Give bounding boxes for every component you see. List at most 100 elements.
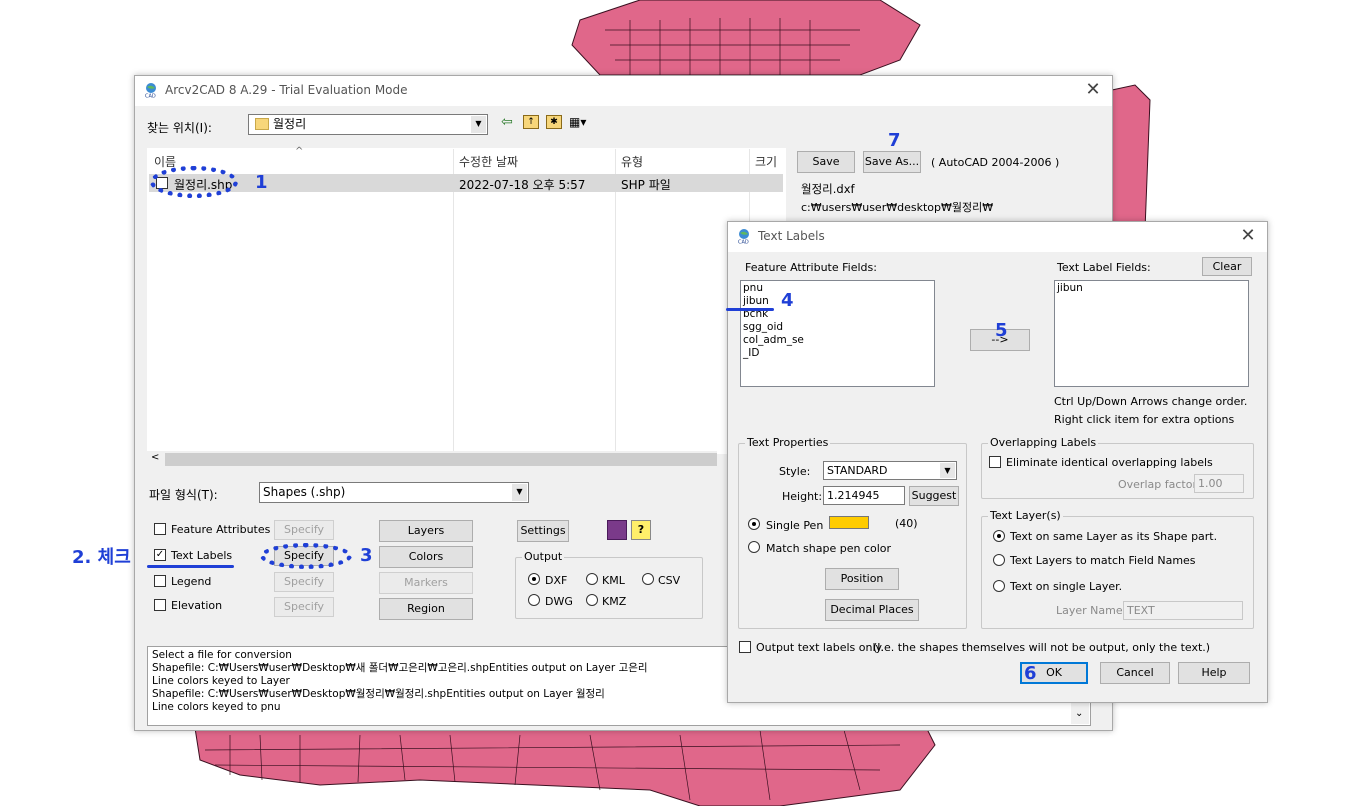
text-labels-checkbox[interactable]: ✓ xyxy=(154,549,166,561)
single-layer-radio[interactable] xyxy=(993,580,1005,592)
new-folder-icon[interactable]: ✱ xyxy=(546,115,562,129)
list-item[interactable]: col_adm_se xyxy=(743,334,932,347)
file-type-label: 파일 형식(T): xyxy=(149,488,218,502)
list-item[interactable]: jibun xyxy=(743,295,932,308)
output-only-label[interactable]: Output text labels only. xyxy=(756,641,884,654)
legend-label[interactable]: Legend xyxy=(171,575,211,588)
file-modified: 2022-07-18 오후 5:57 xyxy=(459,178,586,192)
feature-fields-label: Feature Attribute Fields: xyxy=(745,261,877,274)
kml-radio[interactable] xyxy=(586,573,598,585)
text-labels-label[interactable]: Text Labels xyxy=(171,549,232,562)
feature-attributes-specify-button[interactable]: Specify xyxy=(274,520,334,540)
scrollbar-thumb[interactable] xyxy=(165,453,717,466)
output-only-checkbox[interactable] xyxy=(739,641,751,653)
field-layers-radio[interactable] xyxy=(993,554,1005,566)
elevation-checkbox[interactable] xyxy=(154,599,166,611)
dxf-label[interactable]: DXF xyxy=(545,574,567,587)
kmz-radio[interactable] xyxy=(586,594,598,606)
dwg-label[interactable]: DWG xyxy=(545,595,573,608)
pen-color-swatch[interactable] xyxy=(829,516,869,529)
single-pen-radio[interactable] xyxy=(748,518,760,530)
file-list[interactable] xyxy=(147,148,786,454)
csv-label[interactable]: CSV xyxy=(658,574,680,587)
clear-button[interactable]: Clear xyxy=(1202,257,1252,276)
layer-name-field[interactable]: TEXT xyxy=(1123,601,1243,620)
annotation-number: 6 xyxy=(1024,663,1037,684)
help-icon[interactable]: ? xyxy=(631,520,651,540)
layers-button[interactable]: Layers xyxy=(379,520,473,542)
col-header-modified[interactable]: 수정한 날짜 xyxy=(459,153,518,170)
horizontal-scrollbar[interactable]: < xyxy=(147,451,717,468)
elevation-label[interactable]: Elevation xyxy=(171,599,222,612)
eliminate-checkbox[interactable] xyxy=(989,456,1001,468)
legend-checkbox[interactable] xyxy=(154,575,166,587)
height-label: Height: xyxy=(782,490,823,503)
dxf-radio[interactable] xyxy=(528,573,540,585)
main-titlebar: CAD Arcv2CAD 8 A.29 - Trial Evaluation M… xyxy=(135,76,1112,106)
file-type-value: Shapes (.shp) xyxy=(263,485,346,499)
annotation-number: 4 xyxy=(781,290,794,311)
same-layer-radio[interactable] xyxy=(993,530,1005,542)
height-field[interactable]: 1.214945 xyxy=(823,486,905,505)
close-icon[interactable]: ✕ xyxy=(1237,225,1259,247)
folder-icon xyxy=(255,118,269,130)
style-select[interactable]: STANDARD ▼ xyxy=(823,461,957,480)
feature-attributes-label[interactable]: Feature Attributes xyxy=(171,523,270,536)
hint-right-click: Right click item for extra options xyxy=(1054,413,1235,426)
scroll-down-icon[interactable]: ⌄ xyxy=(1075,708,1083,719)
output-group-title: Output xyxy=(522,550,565,563)
feature-fields-list[interactable]: pnu jibun bchk sgg_oid col_adm_se _ID xyxy=(740,280,935,387)
view-menu-icon[interactable]: ▦▾ xyxy=(569,115,586,129)
legend-specify-button[interactable]: Specify xyxy=(274,572,334,592)
position-button[interactable]: Position xyxy=(825,568,899,590)
list-item[interactable]: jibun xyxy=(1057,282,1246,295)
markers-button[interactable]: Markers xyxy=(379,572,473,594)
svg-text:CAD: CAD xyxy=(145,94,156,99)
save-as-button[interactable]: Save As... xyxy=(863,151,921,173)
save-button[interactable]: Save xyxy=(797,151,855,173)
feature-attributes-checkbox[interactable] xyxy=(154,523,166,535)
dwg-radio[interactable] xyxy=(528,594,540,606)
chevron-down-icon: ▼ xyxy=(471,116,486,133)
label-fields-list[interactable]: jibun xyxy=(1054,280,1249,387)
file-type-select[interactable]: Shapes (.shp) ▼ xyxy=(259,482,529,503)
output-path: c:₩users₩user₩desktop₩월정리₩ xyxy=(801,201,994,214)
kmz-label[interactable]: KMZ xyxy=(602,595,626,608)
table-row[interactable]: 월정리.shp 2022-07-18 오후 5:57 SHP 파일 xyxy=(149,174,783,192)
cancel-button[interactable]: Cancel xyxy=(1100,662,1170,684)
csv-radio[interactable] xyxy=(642,573,654,585)
single-pen-label[interactable]: Single Pen xyxy=(766,519,823,532)
look-in-select[interactable]: 월정리 ▼ xyxy=(248,114,488,135)
look-in-label: 찾는 위치(I): xyxy=(147,121,212,135)
height-value: 1.214945 xyxy=(827,489,880,502)
book-icon[interactable] xyxy=(607,520,627,540)
help-button[interactable]: Help xyxy=(1178,662,1250,684)
close-icon[interactable]: ✕ xyxy=(1082,79,1104,101)
eliminate-label[interactable]: Eliminate identical overlapping labels xyxy=(1006,456,1213,469)
col-header-size[interactable]: 크기 xyxy=(755,153,777,170)
list-item[interactable]: sgg_oid xyxy=(743,321,932,334)
suggest-button[interactable]: Suggest xyxy=(909,486,959,506)
up-folder-icon[interactable]: ↑ xyxy=(523,115,539,129)
match-pen-label[interactable]: Match shape pen color xyxy=(766,542,891,555)
kml-label[interactable]: KML xyxy=(602,574,625,587)
match-pen-radio[interactable] xyxy=(748,541,760,553)
globe-cad-icon: CAD xyxy=(738,229,749,244)
settings-button[interactable]: Settings xyxy=(517,520,569,542)
list-item[interactable]: _ID xyxy=(743,347,932,360)
elevation-specify-button[interactable]: Specify xyxy=(274,597,334,617)
field-layers-label[interactable]: Text Layers to match Field Names xyxy=(1010,554,1196,567)
same-layer-label[interactable]: Text on same Layer as its Shape part. xyxy=(1010,530,1217,543)
overlap-factor-field[interactable]: 1.00 xyxy=(1194,474,1244,493)
col-header-type[interactable]: 유형 xyxy=(621,153,643,170)
scroll-left-icon[interactable]: < xyxy=(151,452,159,463)
dialog-title: Text Labels xyxy=(758,229,825,243)
list-item[interactable]: pnu xyxy=(743,282,932,295)
text-layers-group: Text Layer(s) Text on same Layer as its … xyxy=(981,509,1254,629)
back-arrow-icon[interactable]: ⇦ xyxy=(501,114,513,130)
colors-button[interactable]: Colors xyxy=(379,546,473,568)
region-button[interactable]: Region xyxy=(379,598,473,620)
decimal-places-button[interactable]: Decimal Places xyxy=(825,599,919,621)
single-layer-label[interactable]: Text on single Layer. xyxy=(1010,580,1122,593)
overlap-factor-value: 1.00 xyxy=(1198,477,1223,490)
